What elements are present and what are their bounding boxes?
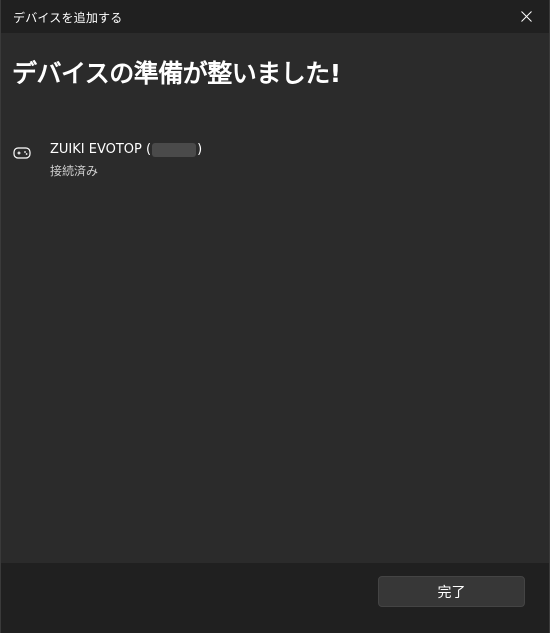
dialog-footer: 完了	[1, 563, 549, 633]
close-button[interactable]	[503, 0, 549, 33]
window-title: デバイスを追加する	[13, 11, 123, 25]
device-list-item: ZUIKI EVOTOP ( ) 接続済み	[1, 139, 549, 179]
device-status: 接続済み	[50, 164, 99, 178]
add-device-dialog: デバイスを追加する デバイスの準備が整いました! ZUIKI EVOTOP ( …	[0, 0, 550, 633]
title-bar: デバイスを追加する	[1, 0, 549, 33]
device-name-close-paren: )	[197, 142, 203, 157]
device-name: ZUIKI EVOTOP ( )	[50, 142, 202, 157]
device-name-text: ZUIKI EVOTOP (	[50, 142, 152, 157]
done-button[interactable]: 完了	[378, 576, 525, 607]
close-icon	[520, 11, 532, 22]
page-title: デバイスの準備が整いました!	[12, 59, 341, 88]
dialog-content: デバイスの準備が整いました! ZUIKI EVOTOP ( ) 接続済み	[1, 33, 549, 563]
gamepad-icon	[13, 147, 31, 159]
redacted-text	[152, 142, 197, 157]
